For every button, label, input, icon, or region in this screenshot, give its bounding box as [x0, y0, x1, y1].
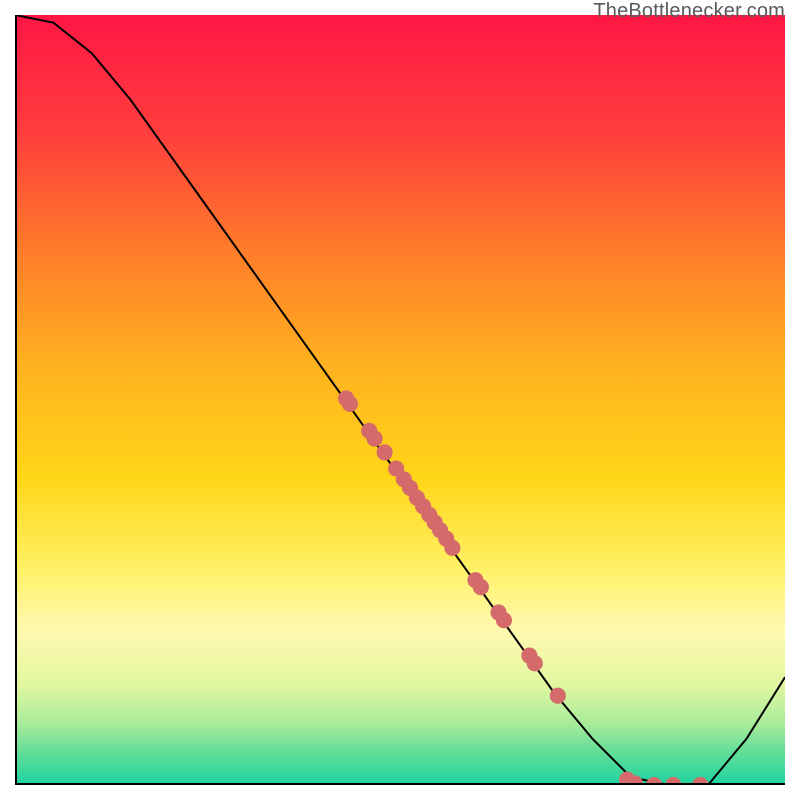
gradient-background [15, 15, 785, 785]
chart-container: TheBottlenecker.com [0, 0, 800, 800]
watermark-label: TheBottlenecker.com [593, 0, 785, 23]
plot-area: TheBottlenecker.com [15, 15, 785, 785]
